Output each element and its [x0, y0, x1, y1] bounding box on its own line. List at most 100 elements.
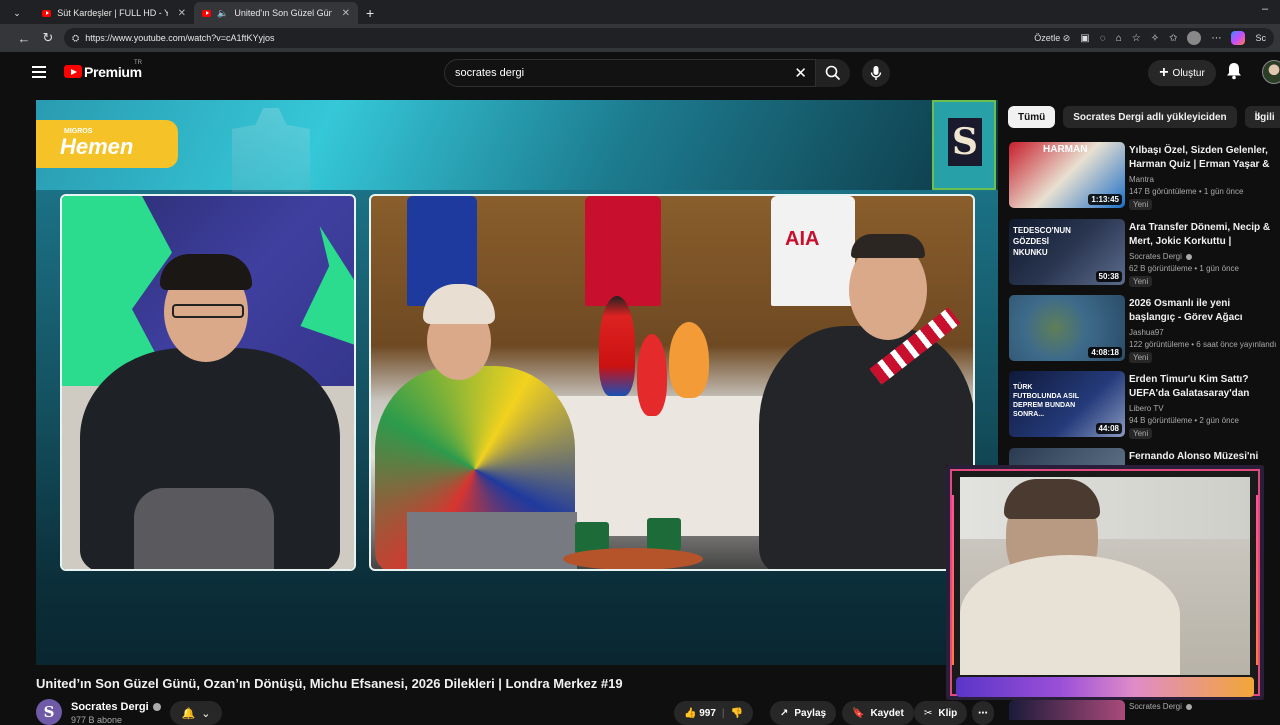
copilot-icon[interactable]	[1231, 31, 1246, 45]
voice-search-button[interactable]	[862, 59, 890, 87]
channel-name-text: Socrates Dergi	[71, 701, 149, 713]
more-actions-button[interactable]: ⋯	[972, 701, 994, 725]
dislike-button[interactable]: 👎	[731, 708, 743, 719]
browser-tab-1[interactable]: Süt Kardeşler | FULL HD - YouTube ✕	[34, 2, 194, 24]
recommendation-item[interactable]: HARMAN 1:13:45 Yılbaşı Özel, Sizden Gele…	[1009, 142, 1280, 212]
video-thumbnail[interactable]: TÜRK FUTBOLUNDA ASIL DEPREM BUNDAN SONRA…	[1009, 371, 1125, 437]
video-thumbnail[interactable]: 4:08:18	[1009, 295, 1125, 361]
recommendation-item[interactable]: TÜRK FUTBOLUNDA ASIL DEPREM BUNDAN SONRA…	[1009, 371, 1280, 441]
recommendation-title[interactable]: Ara Transfer Dönemi, Necip & Mert, Jokic…	[1129, 221, 1271, 249]
recommendation-channel[interactable]: Jashua97	[1129, 328, 1164, 337]
eye-off-icon[interactable]: ◌	[1100, 33, 1106, 44]
search-icon	[825, 65, 841, 81]
thumbnail-text: HARMAN	[1043, 144, 1088, 155]
share-label: Paylaş	[794, 707, 827, 719]
reader-icon[interactable]: ▣	[1080, 33, 1089, 44]
new-tab-button[interactable]: +	[358, 2, 382, 24]
speaker-icon[interactable]: 🔈	[217, 8, 228, 19]
share-button[interactable]: ↗ Paylaş	[770, 701, 837, 725]
guest-legs-middle	[407, 512, 577, 569]
search-button[interactable]	[816, 59, 850, 87]
profile-label[interactable]: Sc	[1255, 33, 1266, 43]
chevron-down-icon: ⌄	[13, 7, 21, 18]
recommendation-title[interactable]: Erden Timur'u Kim Sattı? UEFA'da Galatas…	[1129, 373, 1271, 401]
video-panel-right: AIA	[369, 194, 975, 571]
video-thumbnail[interactable]	[1009, 700, 1125, 720]
recommendation-channel[interactable]: Mantra	[1129, 175, 1154, 184]
video-thumbnail[interactable]: HARMAN 1:13:45	[1009, 142, 1125, 208]
video-thumbnail[interactable]: TEDESCO'NUN GÖZDESİ NKUNKU 50:38	[1009, 219, 1125, 285]
recommendation-channel[interactable]: Socrates Dergi	[1129, 252, 1192, 261]
site-info-icon[interactable]: ⛭	[72, 33, 79, 44]
clear-search-icon[interactable]: ✕	[794, 64, 807, 82]
thumbnail-text: TEDESCO'NUN GÖZDESİ NKUNKU	[1013, 226, 1071, 257]
host-hair-left	[160, 254, 252, 290]
notifications-bell-icon[interactable]	[1226, 62, 1242, 80]
create-button[interactable]: + Oluştur	[1148, 60, 1216, 86]
table-tray	[563, 548, 703, 569]
logo-region: TR	[134, 60, 142, 66]
chip-related[interactable]: İlgili	[1244, 106, 1280, 128]
save-button[interactable]: 🔖 Kaydet	[842, 701, 914, 725]
thumbnail-text: TÜRK FUTBOLUNDA ASIL DEPREM BUNDAN SONRA…	[1013, 384, 1079, 418]
url-field[interactable]: ⛭ https://www.youtube.com/watch?v=cA1ftK…	[64, 28, 1274, 48]
recommendation-title[interactable]: Yılbaşı Özel, Sizden Gelenler, Harman Qu…	[1129, 144, 1271, 172]
browser-tab-2[interactable]: 🔈 United'ın Son Güzel Günü, Oz ✕	[194, 2, 358, 24]
profile-avatar-icon[interactable]	[1187, 31, 1202, 45]
migros-hemen-logo: MIGROS Hemen	[36, 120, 178, 168]
recommendation-meta: 62 B görüntüleme • 1 gün önce	[1129, 264, 1239, 273]
youtube-logo-icon[interactable]	[64, 65, 82, 78]
tab-title: United'ın Son Güzel Günü, Oz	[234, 8, 332, 18]
like-button[interactable]: 👍 997	[684, 708, 716, 719]
favorites-icon[interactable]: ✩	[1169, 33, 1177, 44]
more-options-icon[interactable]: ⋮	[1275, 143, 1280, 155]
microphone-icon	[870, 66, 882, 80]
minimize-icon[interactable]: –	[1262, 3, 1268, 15]
recommendation-channel[interactable]: Libero TV	[1129, 404, 1164, 413]
video-duration: 1:13:45	[1088, 194, 1122, 205]
scissors-icon: ✂	[924, 707, 933, 719]
webcam-overlay	[946, 465, 1264, 700]
player-header-graphic	[36, 100, 998, 190]
recommendation-item[interactable]: 4:08:18 2026 Osmanlı ile yeni başlangıç …	[1009, 295, 1280, 365]
jersey-white: AIA	[771, 196, 855, 306]
youtube-favicon-icon	[202, 9, 212, 17]
clip-label: Klip	[938, 707, 958, 719]
new-badge: Yeni	[1129, 276, 1153, 287]
chevron-down-icon: ⌄	[201, 707, 211, 720]
tab-list-dropdown[interactable]: ⌄	[0, 2, 34, 24]
chevron-right-icon[interactable]: ›	[1256, 108, 1261, 124]
address-bar-actions: Özetle ⊘ ▣ ◌ ⌂ ☆ ✧ ✩ ⋯ Sc	[1034, 28, 1266, 48]
menu-icon[interactable]	[32, 66, 46, 78]
back-icon[interactable]: ←	[12, 31, 36, 46]
translate-icon[interactable]: ⌂	[1116, 33, 1122, 44]
search-input[interactable]: socrates dergi ✕	[444, 59, 816, 87]
channel-avatar[interactable]: S	[36, 699, 62, 725]
more-options-icon[interactable]: ⋮	[1275, 220, 1280, 232]
chip-all[interactable]: Tümü	[1008, 106, 1056, 128]
clip-button[interactable]: ✂ Klip	[914, 701, 968, 725]
recommendation-item[interactable]: TEDESCO'NUN GÖZDESİ NKUNKU 50:38 Ara Tra…	[1009, 219, 1280, 289]
more-options-icon[interactable]: ⋮	[1275, 296, 1280, 308]
star-icon[interactable]: ☆	[1132, 33, 1141, 44]
close-tab-icon[interactable]: ✕	[342, 8, 350, 19]
verified-icon	[152, 703, 161, 712]
reload-icon[interactable]: ↻	[36, 30, 60, 46]
recommendation-title[interactable]: 2026 Osmanlı ile yeni başlangıç - Görev …	[1129, 297, 1271, 325]
recommendation-channel[interactable]: Socrates Dergi	[1129, 702, 1192, 711]
more-icon[interactable]: ⋯	[1211, 33, 1221, 44]
video-player[interactable]: MIGROS Hemen S AIA	[36, 100, 998, 665]
recommendation-item-partial[interactable]: Socrates Dergi	[1009, 700, 1280, 720]
bookmark-icon: 🔖	[852, 707, 865, 719]
close-tab-icon[interactable]: ✕	[178, 8, 186, 19]
extensions-icon[interactable]: ✧	[1151, 33, 1159, 44]
summarize-button[interactable]: Özetle ⊘	[1034, 33, 1070, 44]
subscription-bell-button[interactable]: 🔔 ⌄	[170, 701, 222, 725]
more-options-icon[interactable]: ⋮	[1275, 372, 1280, 384]
account-avatar[interactable]	[1262, 60, 1280, 84]
save-label: Kaydet	[870, 707, 904, 719]
chip-from-uploader[interactable]: Socrates Dergi adlı yükleyiciden	[1063, 106, 1237, 128]
logo-text[interactable]: Premium	[84, 64, 142, 80]
charmander-plush	[669, 322, 709, 398]
channel-name[interactable]: Socrates Dergi	[71, 701, 161, 713]
